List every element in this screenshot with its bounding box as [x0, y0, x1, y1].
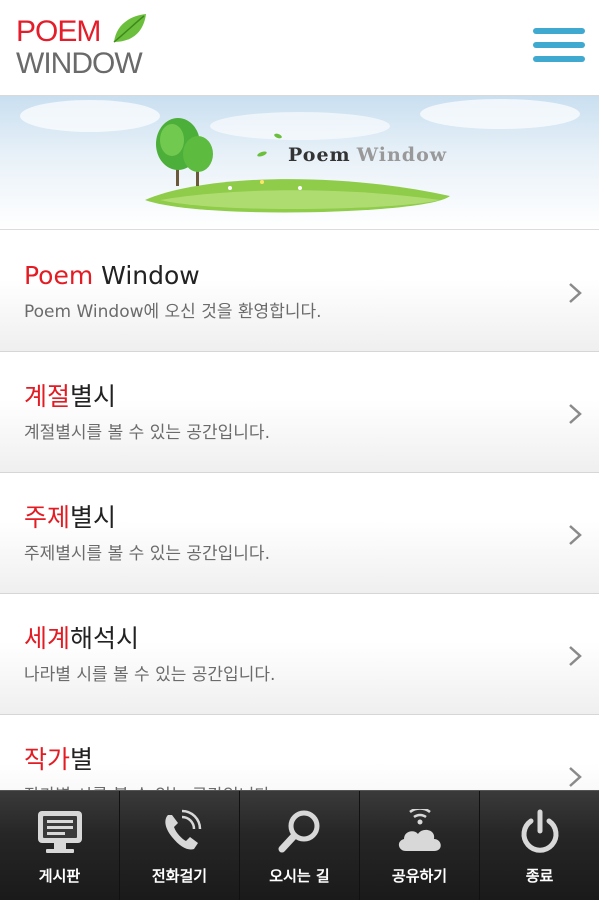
nav-label: 공유하기 [391, 867, 448, 885]
list-item-title: 작가별 [24, 743, 93, 777]
chevron-right-icon [569, 767, 582, 787]
logo-text-poem: POEM [16, 15, 101, 48]
phone-icon [164, 809, 201, 850]
nav-call-button[interactable]: 전화걸기 [120, 791, 240, 900]
chevron-right-icon [569, 525, 582, 545]
list-item-title: 세계해석시 [24, 622, 139, 656]
chevron-right-icon [569, 283, 582, 303]
title-rest: Window [93, 261, 200, 290]
logo-text-window: WINDOW [16, 47, 143, 80]
search-icon [278, 810, 319, 853]
nav-exit-button[interactable]: 종료 [480, 791, 599, 900]
list-item-world-poems[interactable]: 세계해석시 나라별 시를 볼 수 있는 공간입니다. [0, 594, 599, 715]
power-icon [521, 809, 558, 853]
list-item-subtitle: 나라별 시를 볼 수 있는 공간입니다. [24, 665, 276, 685]
chevron-right-icon [569, 646, 582, 666]
monitor-icon [37, 811, 82, 853]
title-rest: 별시 [70, 382, 117, 411]
menu-list: Poem Window Poem Window에 오신 것을 환영합니다. 계절… [0, 231, 599, 836]
chevron-right-icon [569, 404, 582, 424]
banner-title-window: Window [356, 144, 448, 166]
hero-banner: Poem Window [0, 96, 599, 230]
nav-board-button[interactable]: 게시판 [0, 791, 120, 900]
nav-label: 게시판 [38, 867, 81, 885]
title-highlight: Poem [24, 261, 94, 290]
bottom-nav: 게시판 전화걸기 오시는 길 공유하기 종료 [0, 790, 599, 900]
app-header: POEM WINDOW [0, 0, 599, 96]
leaf-icon [113, 14, 146, 43]
list-item-title: 주제별시 [24, 501, 116, 535]
app-logo: POEM WINDOW [16, 12, 166, 82]
list-item-subtitle: Poem Window에 오신 것을 환영합니다. [24, 302, 322, 322]
title-rest: 별시 [70, 503, 117, 532]
list-item-seasonal-poems[interactable]: 계절별시 계절별시를 볼 수 있는 공간입니다. [0, 352, 599, 473]
title-highlight: 작가 [24, 745, 71, 774]
menu-bar [533, 28, 585, 34]
hamburger-menu-button[interactable] [530, 26, 586, 66]
cloud-share-icon [398, 809, 441, 851]
list-item-title: Poem Window [24, 259, 200, 293]
menu-bar [533, 56, 585, 62]
nav-label: 전화걸기 [151, 867, 208, 885]
list-item-subtitle: 계절별시를 볼 수 있는 공간입니다. [24, 423, 270, 443]
list-item-subtitle: 주제별시를 볼 수 있는 공간입니다. [24, 544, 270, 564]
list-item-poem-window[interactable]: Poem Window Poem Window에 오신 것을 환영합니다. [0, 231, 599, 352]
nav-label: 종료 [525, 867, 554, 885]
nav-label: 오시는 길 [269, 867, 330, 885]
nav-directions-button[interactable]: 오시는 길 [240, 791, 360, 900]
banner-title: Poem Window [288, 144, 447, 166]
title-highlight: 주제 [24, 503, 71, 532]
title-highlight: 세계 [24, 624, 71, 653]
nav-share-button[interactable]: 공유하기 [360, 791, 480, 900]
list-item-theme-poems[interactable]: 주제별시 주제별시를 볼 수 있는 공간입니다. [0, 473, 599, 594]
title-highlight: 계절 [24, 382, 71, 411]
menu-bar [533, 42, 585, 48]
banner-title-poem: Poem [288, 144, 351, 166]
title-rest: 해석시 [70, 624, 140, 653]
title-rest: 별 [70, 745, 94, 774]
list-item-title: 계절별시 [24, 380, 116, 414]
